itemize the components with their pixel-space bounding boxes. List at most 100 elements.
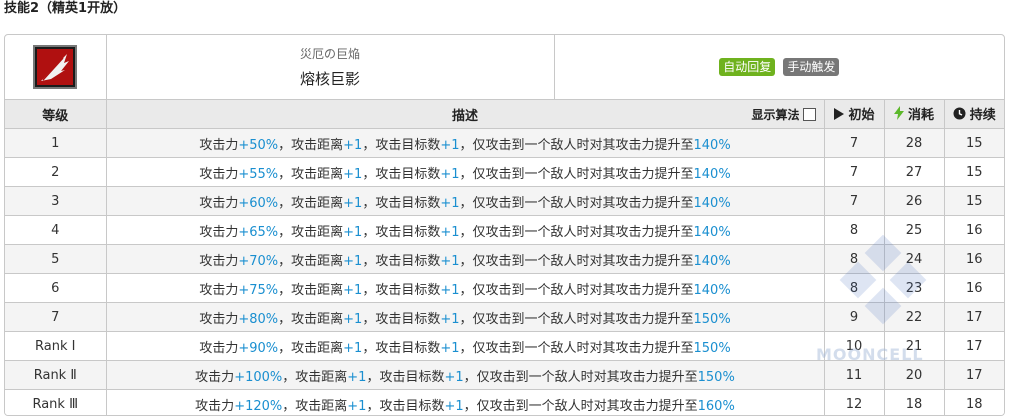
description-text: 攻击力 <box>199 253 239 269</box>
cost-cell: 18 <box>883 389 945 415</box>
description-text: 攻击力 <box>199 340 239 356</box>
duration-cell: 15 <box>943 128 1004 158</box>
description-text: ，攻击目标数 <box>362 253 441 269</box>
level-cell: 7 <box>5 302 107 332</box>
cost-cell: 26 <box>883 186 945 216</box>
description-text: ，攻击距离 <box>278 282 344 298</box>
value-highlight: +1 <box>343 224 363 240</box>
value-highlight: +1 <box>343 195 363 211</box>
description-text: ，攻击距离 <box>278 253 344 269</box>
value-highlight: +70% <box>238 253 279 269</box>
show-formula-toggle[interactable]: 显示算法 <box>751 106 816 123</box>
description-text: ，攻击目标数 <box>362 311 441 327</box>
show-formula-checkbox[interactable] <box>802 108 816 121</box>
description-cell: 攻击力+55%，攻击距离+1，攻击目标数+1，仅攻击到一个敌人时对其攻击力提升至… <box>105 157 825 187</box>
description-text: ，攻击目标数 <box>366 369 445 385</box>
value-highlight: 140% <box>693 253 731 269</box>
value-highlight: +1 <box>343 253 363 269</box>
value-highlight: +1 <box>347 369 367 385</box>
description-text: ，仅攻击到一个敌人时对其攻击力提升至 <box>463 369 698 385</box>
skill-name: 熔核巨影 <box>299 70 360 88</box>
duration-cell: 16 <box>943 244 1004 274</box>
level-cell: Rank Ⅱ <box>5 360 107 390</box>
level-cell: 2 <box>5 157 107 187</box>
description-cell: 攻击力+100%，攻击距离+1，攻击目标数+1，仅攻击到一个敌人时对其攻击力提升… <box>105 360 825 390</box>
description-text: ，攻击距离 <box>278 224 344 240</box>
level-cell: Rank Ⅰ <box>5 331 107 361</box>
value-highlight: +1 <box>343 282 363 298</box>
description-text: ，仅攻击到一个敌人时对其攻击力提升至 <box>459 311 694 327</box>
duration-cell: 16 <box>943 215 1004 245</box>
level-cell: 4 <box>5 215 107 245</box>
description-text: ，攻击目标数 <box>362 195 441 211</box>
table-row: 5 攻击力+70%，攻击距离+1，攻击目标数+1，仅攻击到一个敌人时对其攻击力提升… <box>5 244 1004 274</box>
cost-header: 消耗 <box>883 99 945 129</box>
cost-cell: 27 <box>883 157 945 187</box>
value-highlight: 140% <box>693 166 731 182</box>
initial-cell: 9 <box>823 302 885 332</box>
value-highlight: +65% <box>238 224 279 240</box>
skill-name-cell: 災厄の巨焔 熔核巨影 <box>105 35 555 100</box>
value-highlight: +50% <box>238 137 279 153</box>
description-text: ，攻击距离 <box>278 340 344 356</box>
value-highlight: +60% <box>238 195 279 211</box>
initial-cell: 8 <box>823 215 885 245</box>
level-cell: Rank Ⅲ <box>5 389 107 415</box>
description-cell: 攻击力+80%，攻击距离+1，攻击目标数+1，仅攻击到一个敌人时对其攻击力提升至… <box>105 302 825 332</box>
level-cell: 1 <box>5 128 107 158</box>
description-cell: 攻击力+60%，攻击距离+1，攻击目标数+1，仅攻击到一个敌人时对其攻击力提升至… <box>105 186 825 216</box>
description-text: ，仅攻击到一个敌人时对其攻击力提升至 <box>459 253 694 269</box>
description-text: 攻击力 <box>199 282 239 298</box>
level-header: 等级 <box>5 99 107 129</box>
description-text: ，攻击距离 <box>278 166 344 182</box>
duration-header-label: 持续 <box>969 108 996 123</box>
skill-tags-cell: 自动回复 手动触发 <box>553 35 1004 100</box>
description-text: ，仅攻击到一个敌人时对其攻击力提升至 <box>459 195 694 211</box>
duration-cell: 17 <box>943 331 1004 361</box>
initial-header-label: 初始 <box>848 108 875 124</box>
level-cell: 3 <box>5 186 107 216</box>
initial-cell: 12 <box>823 389 885 415</box>
value-highlight: +1 <box>440 340 460 356</box>
description-text: ，攻击距离 <box>278 311 344 327</box>
table-row: 4 攻击力+65%，攻击距离+1，攻击目标数+1，仅攻击到一个敌人时对其攻击力提升… <box>5 215 1004 245</box>
lightning-icon <box>893 106 904 124</box>
watermark-text: MOONCELL <box>816 345 924 364</box>
table-row: 2 攻击力+55%，攻击距离+1，攻击目标数+1，仅攻击到一个敌人时对其攻击力提升… <box>5 157 1004 187</box>
description-cell: 攻击力+120%，攻击距离+1，攻击目标数+1，仅攻击到一个敌人时对其攻击力提升… <box>105 389 825 415</box>
table-row: 7 攻击力+80%，攻击距离+1，攻击目标数+1，仅攻击到一个敌人时对其攻击力提升… <box>5 302 1004 332</box>
value-highlight: +1 <box>343 137 363 153</box>
value-highlight: +1 <box>444 398 464 414</box>
duration-cell: 15 <box>943 186 1004 216</box>
description-text: 攻击力 <box>199 311 239 327</box>
description-text: ，攻击距离 <box>278 137 344 153</box>
description-cell: 攻击力+50%，攻击距离+1，攻击目标数+1，仅攻击到一个敌人时对其攻击力提升至… <box>105 128 825 158</box>
level-cell: 6 <box>5 273 107 303</box>
value-highlight: +90% <box>238 340 279 356</box>
description-text: ，攻击目标数 <box>362 137 441 153</box>
value-highlight: +1 <box>440 224 460 240</box>
value-highlight: +1 <box>347 398 367 414</box>
value-highlight: +1 <box>440 195 460 211</box>
auto-recovery-tag: 自动回复 <box>719 58 776 76</box>
description-text: 攻击力 <box>199 195 239 211</box>
value-highlight: +100% <box>234 369 283 385</box>
description-text: ，仅攻击到一个敌人时对其攻击力提升至 <box>459 282 694 298</box>
value-highlight: +1 <box>440 282 460 298</box>
initial-cell: 8 <box>823 244 885 274</box>
description-text: ，攻击目标数 <box>362 340 441 356</box>
description-text: 攻击力 <box>199 224 239 240</box>
section-title: 技能2（精英1开放） <box>4 1 127 16</box>
description-text: ，攻击距离 <box>278 195 344 211</box>
description-text: ，仅攻击到一个敌人时对其攻击力提升至 <box>459 340 694 356</box>
initial-cell: 7 <box>823 128 885 158</box>
description-text: ，攻击目标数 <box>362 282 441 298</box>
value-highlight: 150% <box>697 369 735 385</box>
value-highlight: +55% <box>238 166 279 182</box>
manual-trigger-tag: 手动触发 <box>783 58 840 76</box>
duration-cell: 15 <box>943 157 1004 187</box>
initial-header: 初始 <box>823 99 885 129</box>
table-row: 3 攻击力+60%，攻击距离+1，攻击目标数+1，仅攻击到一个敌人时对其攻击力提升… <box>5 186 1004 216</box>
description-text: ，仅攻击到一个敌人时对其攻击力提升至 <box>463 398 698 414</box>
value-highlight: 150% <box>693 340 731 356</box>
